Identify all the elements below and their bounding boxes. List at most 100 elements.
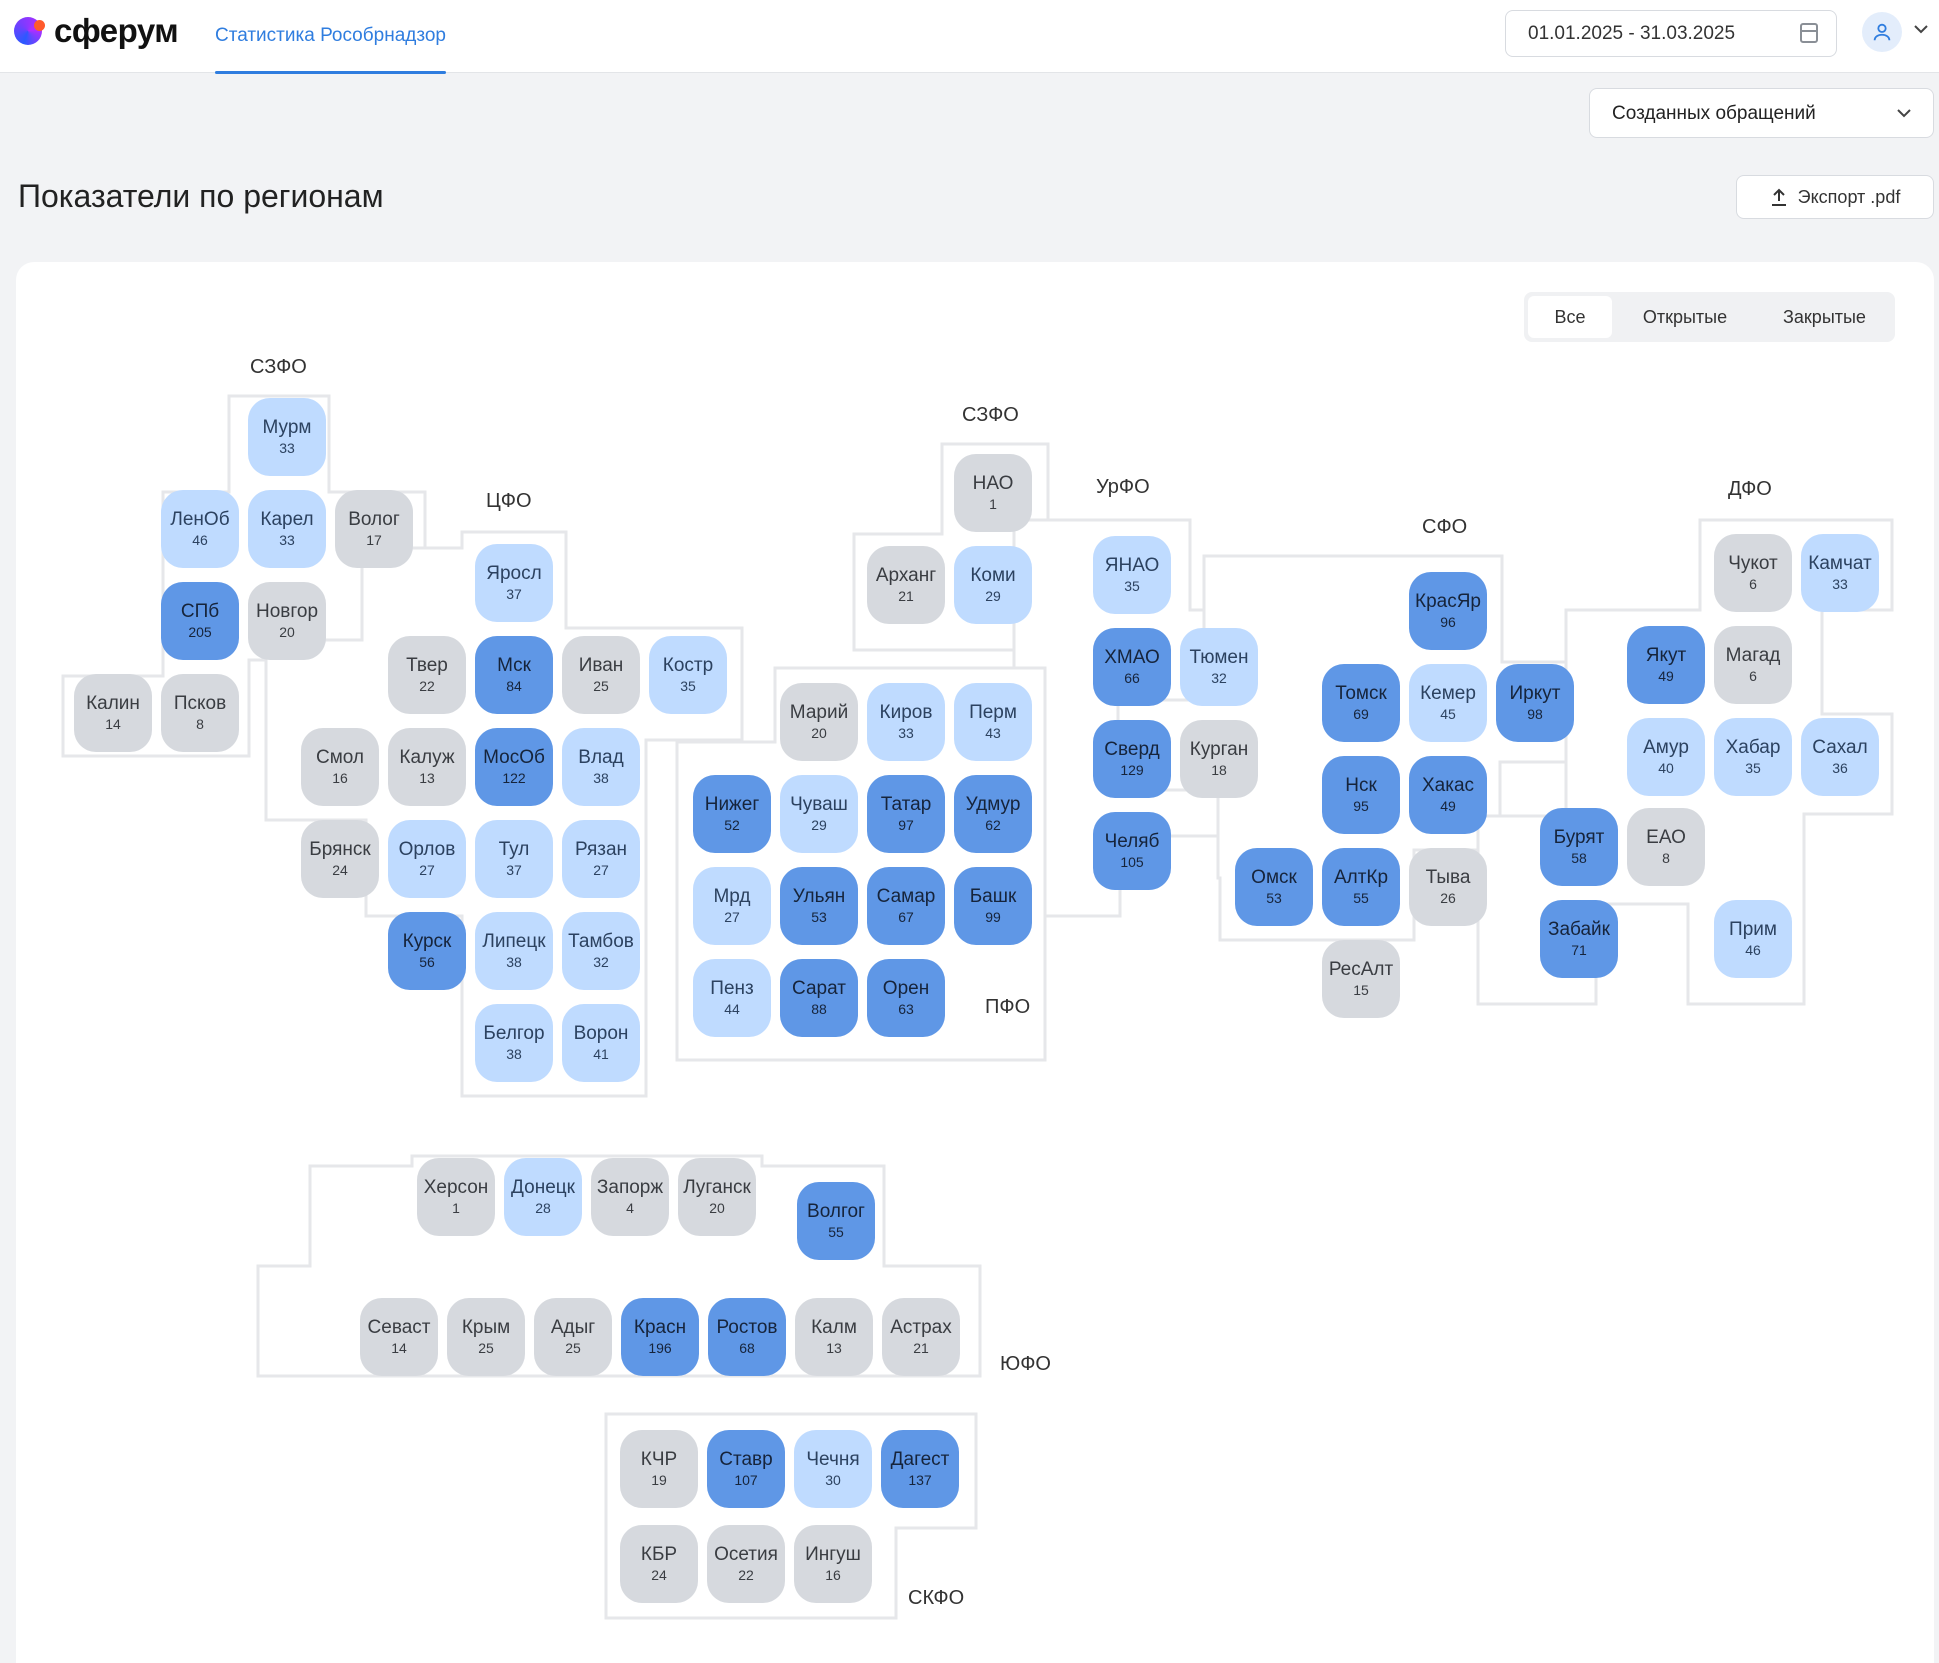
region-tile[interactable]: КЧР 19	[620, 1430, 698, 1508]
region-tile-value: 38	[593, 769, 609, 786]
region-tile[interactable]: Марий 20	[780, 683, 858, 761]
region-tile[interactable]: Ингуш 16	[794, 1525, 872, 1603]
region-tile[interactable]: Ворон 41	[562, 1004, 640, 1082]
region-tile[interactable]: Удмур 62	[954, 775, 1032, 853]
region-tile[interactable]: Курган 18	[1180, 720, 1258, 798]
region-tile[interactable]: Орлов 27	[388, 820, 466, 898]
region-tile[interactable]: Сверд 129	[1093, 720, 1171, 798]
region-tile[interactable]: ХМАО 66	[1093, 628, 1171, 706]
region-tile-value: 6	[1749, 667, 1757, 684]
region-tile[interactable]: КрасЯр 96	[1409, 572, 1487, 650]
region-tile[interactable]: Осетия 22	[707, 1525, 785, 1603]
region-tile[interactable]: ЕАО 8	[1627, 808, 1705, 886]
region-tile[interactable]: СПб 205	[161, 582, 239, 660]
region-tile[interactable]: Орен 63	[867, 959, 945, 1037]
region-tile[interactable]: Нижег 52	[693, 775, 771, 853]
region-tile[interactable]: Калуж 13	[388, 728, 466, 806]
region-tile[interactable]: Калм 13	[795, 1298, 873, 1376]
region-tile[interactable]: Влад 38	[562, 728, 640, 806]
region-tile[interactable]: Запорж 4	[591, 1158, 669, 1236]
region-tile-value: 27	[419, 861, 435, 878]
region-tile[interactable]: Якут 49	[1627, 626, 1705, 704]
region-tile[interactable]: Псков 8	[161, 674, 239, 752]
region-tile[interactable]: Рязан 27	[562, 820, 640, 898]
region-tile[interactable]: ЯНАО 35	[1093, 536, 1171, 614]
region-tile[interactable]: Магад 6	[1714, 626, 1792, 704]
region-tile[interactable]: АлтКр 55	[1322, 848, 1400, 926]
region-tile[interactable]: Новгор 20	[248, 582, 326, 660]
region-tile[interactable]: МосОб 122	[475, 728, 553, 806]
region-tile[interactable]: Яросл 37	[475, 544, 553, 622]
region-tile[interactable]: Калин 14	[74, 674, 152, 752]
region-tile-name: Тюмен	[1189, 646, 1249, 668]
region-tile[interactable]: Иркут 98	[1496, 664, 1574, 742]
region-tile[interactable]: Челяб 105	[1093, 812, 1171, 890]
region-tile[interactable]: Чуваш 29	[780, 775, 858, 853]
region-tile[interactable]: Твер 22	[388, 636, 466, 714]
region-tile[interactable]: Липецк 38	[475, 912, 553, 990]
region-tile[interactable]: Сахал 36	[1801, 718, 1879, 796]
region-tile[interactable]: Кемер 45	[1409, 664, 1487, 742]
region-tile[interactable]: Бурят 58	[1540, 808, 1618, 886]
region-tile[interactable]: Волог 17	[335, 490, 413, 568]
region-tile-value: 27	[724, 908, 740, 925]
region-tile[interactable]: Ростов 68	[708, 1298, 786, 1376]
region-tile[interactable]: КБР 24	[620, 1525, 698, 1603]
region-tile[interactable]: Башк 99	[954, 867, 1032, 945]
region-tile[interactable]: Киров 33	[867, 683, 945, 761]
region-tile[interactable]: Татар 97	[867, 775, 945, 853]
region-tile[interactable]: Тыва 26	[1409, 848, 1487, 926]
region-tile[interactable]: Омск 53	[1235, 848, 1313, 926]
region-tile-name: Хабар	[1725, 736, 1781, 758]
region-tile[interactable]: Хабар 35	[1714, 718, 1792, 796]
region-tile[interactable]: Прим 46	[1714, 900, 1792, 978]
region-tile[interactable]: Самар 67	[867, 867, 945, 945]
region-tile[interactable]: Чукот 6	[1714, 534, 1792, 612]
region-tile[interactable]: Херсон 1	[417, 1158, 495, 1236]
region-tile[interactable]: Донецк 28	[504, 1158, 582, 1236]
region-tile[interactable]: Луганск 20	[678, 1158, 756, 1236]
region-tile[interactable]: Белгор 38	[475, 1004, 553, 1082]
region-tile[interactable]: Чечня 30	[794, 1430, 872, 1508]
region-tile-name: Курган	[1189, 738, 1249, 760]
region-tile[interactable]: Курск 56	[388, 912, 466, 990]
region-tile[interactable]: Мск 84	[475, 636, 553, 714]
region-tile-value: 24	[332, 861, 348, 878]
label-sfo: СФО	[1422, 516, 1468, 538]
region-tile[interactable]: Иван 25	[562, 636, 640, 714]
region-tile[interactable]: Брянск 24	[301, 820, 379, 898]
region-tile[interactable]: Адыг 25	[534, 1298, 612, 1376]
region-tile[interactable]: Мурм 33	[248, 398, 326, 476]
region-tile[interactable]: Коми 29	[954, 546, 1032, 624]
region-tile[interactable]: Смол 16	[301, 728, 379, 806]
region-tile[interactable]: Мрд 27	[693, 867, 771, 945]
region-tile[interactable]: РесАлт 15	[1322, 940, 1400, 1018]
region-tile[interactable]: Ставр 107	[707, 1430, 785, 1508]
region-tile[interactable]: Крым 25	[447, 1298, 525, 1376]
region-tile[interactable]: Дагест 137	[881, 1430, 959, 1508]
region-tile[interactable]: Амур 40	[1627, 718, 1705, 796]
region-tile[interactable]: Карел 33	[248, 490, 326, 568]
region-tile[interactable]: Тамбов 32	[562, 912, 640, 990]
region-tile[interactable]: Ульян 53	[780, 867, 858, 945]
region-tile[interactable]: Тул 37	[475, 820, 553, 898]
region-tile[interactable]: Камчат 33	[1801, 534, 1879, 612]
region-tile[interactable]: ЛенОб 46	[161, 490, 239, 568]
region-tile-value: 107	[734, 1471, 758, 1488]
region-tile[interactable]: Пенз 44	[693, 959, 771, 1037]
region-tile[interactable]: Севаст 14	[360, 1298, 438, 1376]
region-tile[interactable]: Астрах 21	[882, 1298, 960, 1376]
region-tile[interactable]: НАО 1	[954, 454, 1032, 532]
region-tile[interactable]: Красн 196	[621, 1298, 699, 1376]
region-tile[interactable]: Хакас 49	[1409, 756, 1487, 834]
region-tile[interactable]: Нск 95	[1322, 756, 1400, 834]
region-tile[interactable]: Забайк 71	[1540, 900, 1618, 978]
region-tile[interactable]: Перм 43	[954, 683, 1032, 761]
region-tile[interactable]: Тюмен 32	[1180, 628, 1258, 706]
region-tile[interactable]: Сарат 88	[780, 959, 858, 1037]
region-tile-name: Белгор	[483, 1022, 545, 1044]
region-tile[interactable]: Томск 69	[1322, 664, 1400, 742]
region-tile[interactable]: Арханг 21	[867, 546, 945, 624]
region-tile[interactable]: Волгог 55	[797, 1182, 875, 1260]
region-tile[interactable]: Костр 35	[649, 636, 727, 714]
